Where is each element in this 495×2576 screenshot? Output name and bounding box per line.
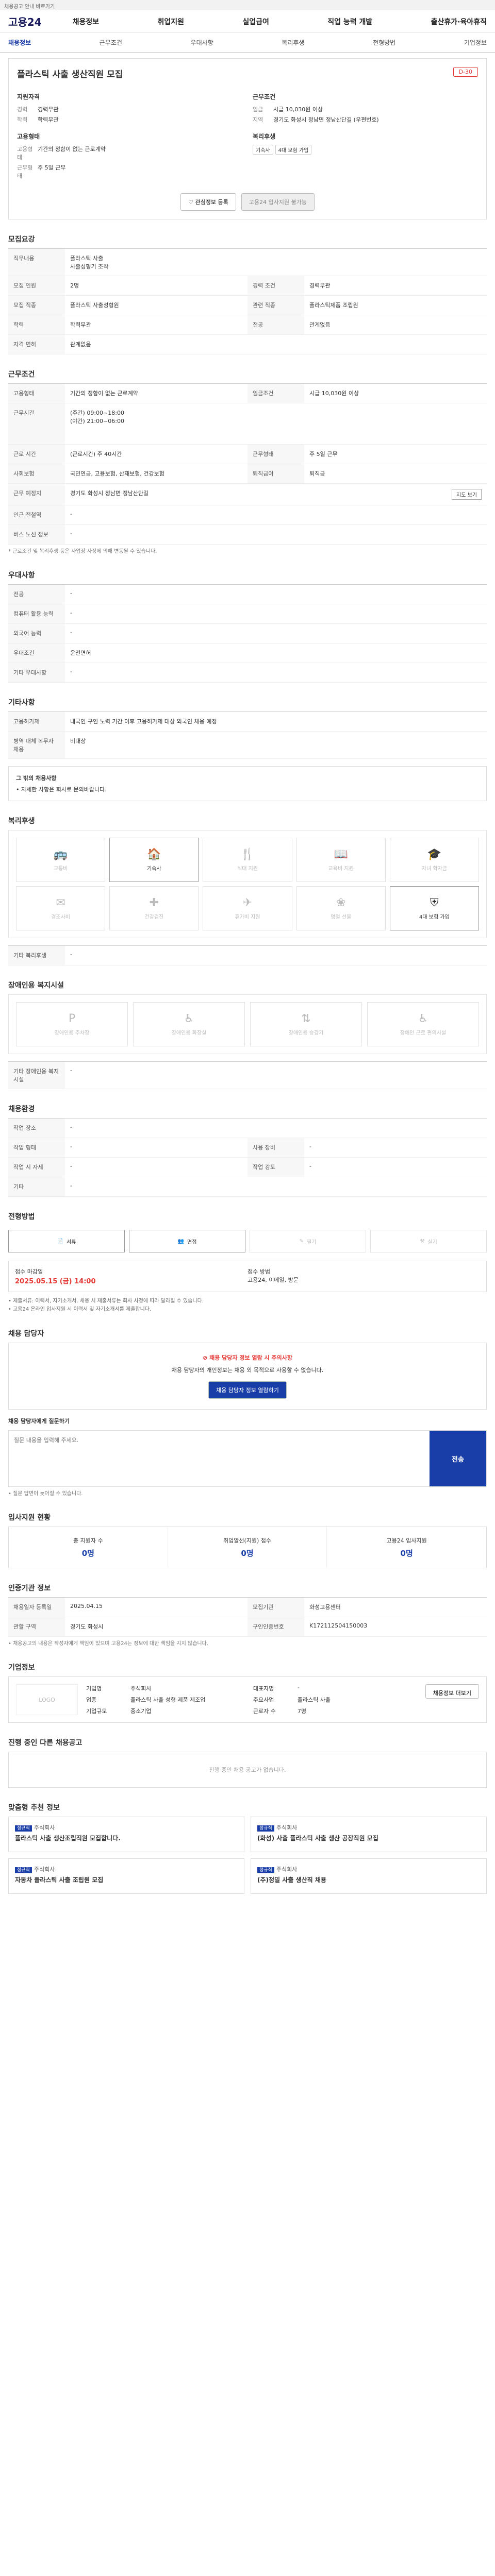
section-tabs: 채용정보 근무조건 우대사항 복리후생 전형방법 기업정보 [0, 33, 495, 53]
cap-icon: 🎓 [427, 848, 442, 861]
tab-method[interactable]: 전형방법 [373, 38, 395, 47]
work-env-section: 채용환경 작업 장소 - 작업 형태 - 사용 장비 - 작업 시 자세 - 작업 강도 - … [8, 1104, 487, 1197]
health-icon: ✚ [149, 896, 159, 909]
disab-facility: ♿ 장애인 근로 편의시설 [367, 1002, 479, 1046]
site-header: 고용24 채용정보 취업지원 실업급여 직업 능력 개발 출산휴가·육아휴직 [0, 10, 495, 33]
job-title: 플라스틱 사출 생산직원 모집 [17, 70, 123, 80]
doc-icon: 📄 [57, 1238, 64, 1244]
info-section: 인증기관 정보 채용일자 등록일 2025.04.15 모집기관 화성고용센터 관할 … [8, 1583, 487, 1648]
rec-card[interactable]: 정규직 주식회사 플라스틱 사출 생산조립직원 모집합니다. [8, 1817, 244, 1852]
method-written: ✎ 필기 [250, 1230, 366, 1252]
inquiry-input[interactable] [9, 1431, 430, 1486]
welfare-transport: 🚌 교통비 [16, 838, 106, 882]
dday-badge: D-30 [453, 67, 478, 77]
present-icon: ❀ [336, 896, 346, 909]
employment-block: 고용형태 고용형태 기간의 정함이 없는 근로계약 근무형태 주 5일 근무 [17, 133, 106, 179]
welfare-dorm: 🏠 기숙사 [109, 838, 199, 882]
welfare-family: ✉ 경조사비 [16, 886, 106, 930]
book-icon: 📖 [334, 848, 348, 861]
gnb-item-support[interactable]: 취업지원 [158, 16, 185, 27]
welfare-meal: 🍴 식대 지원 [203, 838, 292, 882]
welfare-education: 📖 교육비 지원 [296, 838, 386, 882]
welfare-health: ✚ 건강검진 [109, 886, 199, 930]
interview-icon: 👥 [177, 1238, 185, 1244]
rec-card[interactable]: 정규직 주식회사 (주)정밀 사출 생산직 채용 [251, 1858, 487, 1894]
pref-section: 우대사항 전공 - 컴퓨터 활용 능력 - 외국어 능력 - 우대조건 운전면허 기타 … [8, 570, 487, 683]
gnb-item-jobs[interactable]: 채용정보 [73, 16, 100, 27]
welfare-holiday: ❀ 명절 선물 [296, 886, 386, 930]
tab-work[interactable]: 근무조건 [100, 38, 122, 47]
disab-parking: P 장애인용 주차장 [16, 1002, 128, 1046]
topbar-notice[interactable]: 채용공고 안내 바로가기 [0, 0, 495, 10]
method-interview: 👥 면접 [129, 1230, 245, 1252]
welfare-insurance: ⛨ 4대 보험 가입 [389, 886, 479, 930]
tool-icon: ⚒ [420, 1238, 425, 1244]
rec-card[interactable]: 정규직 주식회사 (화성) 사출 플라스틱 사출 생산 공장직원 모집 [251, 1817, 487, 1852]
welfare-vacation: ✈ 휴가비 지원 [203, 886, 292, 930]
other-jobs-section: 진행 중인 다른 채용공고 진행 중인 채용 공고가 없습니다. [8, 1737, 487, 1788]
method-section: 전형방법 📄 서류 👥 면접 ✎ 필기 ⚒ 실기 접수 마감일 2025.05.15 (금… [8, 1211, 487, 1314]
stats-section: 입사지원 현황 총 지원자 수 0명 취업알선(지원) 접수 0명 고용24 입사지… [8, 1512, 487, 1568]
recruit-section: 모집요강 직무내용 플라스틱 사출 사출성형기 조작 모집 인원 2명 경력 조건 경력… [8, 234, 487, 354]
method-doc: 📄 서류 [8, 1230, 125, 1252]
gift-icon: ✉ [56, 896, 65, 909]
toilet-icon: ♿ [184, 1012, 194, 1025]
dorm-icon: 🏠 [147, 848, 161, 861]
condition-block: 근무조건 임금 시급 10,030원 이상 지역 경기도 화성시 정남면 정남산단길… [253, 93, 379, 123]
tab-pref[interactable]: 우대사항 [191, 38, 213, 47]
meal-icon: 🍴 [240, 848, 255, 861]
apply-button[interactable]: 고용24 입사지원 불가능 [241, 193, 315, 211]
recommend-section: 맞춤형 추천 정보 정규직 주식회사 플라스틱 사출 생산조립직원 모집합니다. 정… [8, 1802, 487, 1894]
tab-welfare[interactable]: 복리후생 [282, 38, 304, 47]
gnb-item-leave[interactable]: 출산휴가·육아휴직 [431, 16, 487, 27]
disability-section: 장애인용 복지시설 P 장애인용 주차장 ♿ 장애인용 화장실 ⇅ 장애인용 승강기 … [8, 980, 487, 1089]
deadline-box: 접수 마감일 2025.05.15 (금) 14:00 접수 방법 고용24, 이메… [8, 1261, 487, 1292]
global-nav: 채용정보 취업지원 실업급여 직업 능력 개발 출산휴가·육아휴직 [73, 16, 487, 27]
disab-toilet: ♿ 장애인용 화장실 [133, 1002, 245, 1046]
contact-alert: ⊘ 채용 담당자 정보 열람 시 주의사항 [203, 1354, 292, 1361]
company-section: 기업정보 LOGO 기업명 주식회사 대표자명 - 업종 플라스틱 사출 성형 제품 제… [8, 1662, 487, 1723]
welfare-summary-block: 복리후생 기숙사 4대 보험 가입 [253, 132, 478, 182]
site-logo[interactable]: 고용24 [8, 14, 42, 29]
work-section: 근무조건 고용형태 기간의 정함이 없는 근로계약 임금조건 시급 10,030원 이… [8, 369, 487, 555]
gnb-item-training[interactable]: 직업 능력 개발 [327, 16, 372, 27]
shield-icon: ⛨ [430, 896, 439, 909]
pen-icon: ✎ [299, 1238, 304, 1244]
gnb-item-benefit[interactable]: 실업급여 [242, 16, 269, 27]
misc-box: 그 밖의 채용사항 • 자세한 사항은 회사로 문의바랍니다. [8, 766, 487, 801]
parking-icon: P [68, 1012, 76, 1025]
welfare-tuition: 🎓 자녀 학자금 [389, 838, 479, 882]
map-button[interactable]: 지도 보기 [452, 489, 482, 500]
company-logo: LOGO [16, 1684, 78, 1715]
inquiry-send-button[interactable]: 전송 [430, 1431, 486, 1486]
tab-company[interactable]: 기업정보 [464, 38, 487, 47]
disab-elevator: ⇅ 장애인용 승강기 [250, 1002, 362, 1046]
bus-icon: 🚌 [53, 848, 68, 861]
elevator-icon: ⇅ [301, 1012, 311, 1025]
company-more-button[interactable]: 채용정보 더보기 [425, 1684, 479, 1699]
wheelchair-icon: ♿ [418, 1012, 428, 1025]
welfare-section: 복리후생 🚌 교통비 🏠 기숙사 🍴 식대 지원 📖 교육비 지원 🎓 자녀 학자금 ✉ 경… [8, 816, 487, 965]
plane-icon: ✈ [242, 896, 253, 909]
scrap-button[interactable]: ♡ 관심정보 등록 [180, 193, 236, 211]
job-summary-card: 플라스틱 사출 생산직원 모집 D-30 지원자격 경력 경력무관 학력 학력무관 … [8, 58, 487, 219]
extra-section: 기타사항 고용허가제 내국인 구인 노력 기간 이후 고용허가제 대상 외국인 채… [8, 697, 487, 801]
contact-section: 채용 담당자 ⊘ 채용 담당자 정보 열람 시 주의사항 채용 담당자의 개인정… [8, 1328, 487, 1498]
show-contact-button[interactable]: 채용 담당자 정보 열람하기 [208, 1381, 287, 1399]
rec-card[interactable]: 정규직 주식회사 자동차 플라스틱 사출 조립원 모집 [8, 1858, 244, 1894]
method-practical: ⚒ 실기 [370, 1230, 487, 1252]
qualification-block: 지원자격 경력 경력무관 학력 학력무관 [17, 93, 59, 123]
tab-recruit[interactable]: 채용정보 [8, 38, 31, 47]
